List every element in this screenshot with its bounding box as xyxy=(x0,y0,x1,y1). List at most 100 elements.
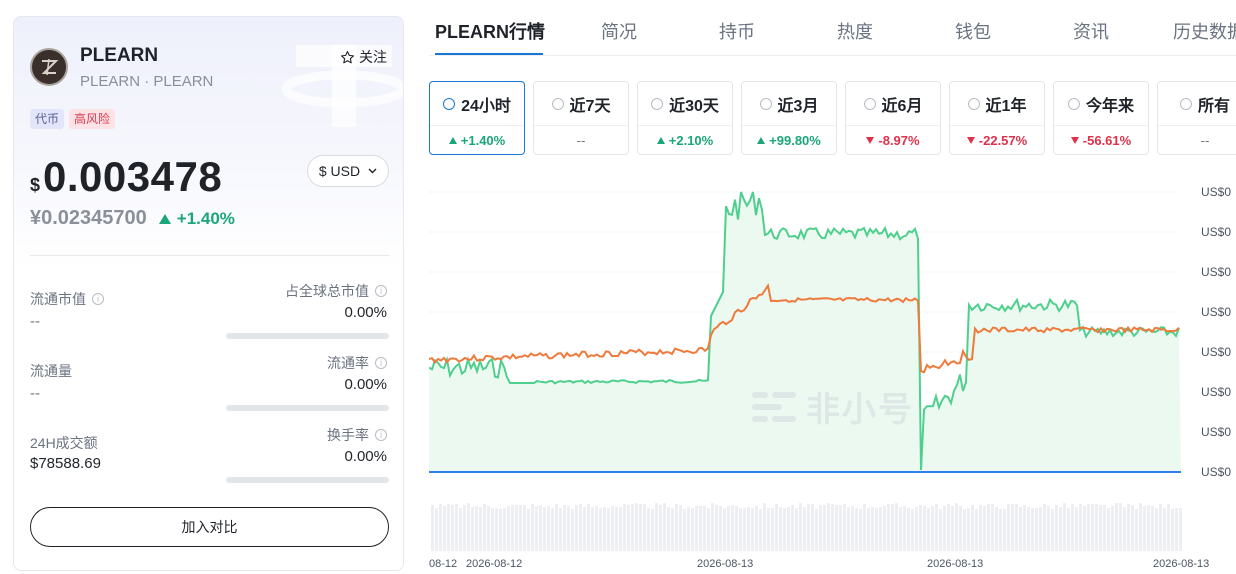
volume-bar xyxy=(435,508,438,551)
period-option-head: 近1年 xyxy=(950,82,1044,126)
circulation-rate-label: 流通率 i xyxy=(327,353,387,373)
period-option-head: 所有 xyxy=(1158,82,1236,126)
volume-bar xyxy=(707,508,710,551)
volume-bar xyxy=(715,505,718,551)
radio-icon[interactable] xyxy=(1179,97,1192,110)
volume-bar xyxy=(543,507,546,551)
volume-bar xyxy=(1007,504,1010,551)
radio-icon[interactable] xyxy=(759,97,772,110)
volume-bar xyxy=(775,504,778,551)
period-option-3[interactable]: 近3月 +99.80% xyxy=(741,81,837,155)
volume-bar xyxy=(963,509,966,551)
period-option-head: 近6月 xyxy=(846,82,940,126)
triangle-down-icon xyxy=(1070,136,1079,144)
turnover-label: 换手率 i xyxy=(327,425,387,445)
tab-news[interactable]: 资讯 xyxy=(1073,18,1109,44)
volume-bar xyxy=(539,505,542,551)
volume-bar xyxy=(931,506,934,551)
radio-icon[interactable] xyxy=(551,97,564,110)
volume-bar xyxy=(811,504,814,551)
tab-overview[interactable]: 简况 xyxy=(601,18,637,44)
volume-bar xyxy=(827,503,830,551)
tab-heat[interactable]: 热度 xyxy=(837,18,873,44)
volume-bar xyxy=(1047,506,1050,551)
volume-bar xyxy=(959,506,962,551)
volume-bar xyxy=(783,508,786,551)
volume-bar xyxy=(527,509,530,551)
tab-history[interactable]: 历史数据 xyxy=(1173,18,1236,44)
period-option-1[interactable]: 近7天 -- xyxy=(533,81,629,155)
radio-icon[interactable] xyxy=(967,97,980,110)
volume-label: 24H成交额 xyxy=(30,435,98,451)
volume-bar xyxy=(1135,509,1138,551)
volume-bar xyxy=(555,504,558,551)
info-icon[interactable]: i xyxy=(92,293,104,305)
y-axis-label: US$0 xyxy=(1201,425,1232,439)
volume-bar xyxy=(583,507,586,551)
volume-bar xyxy=(887,504,890,551)
volume-bar xyxy=(1067,508,1070,551)
volume-bar xyxy=(1095,504,1098,551)
circulation-rate-value: 0.00% xyxy=(344,376,387,393)
radio-icon[interactable] xyxy=(1067,97,1080,110)
add-compare-button[interactable]: 加入对比 xyxy=(30,507,389,547)
x-axis-label: 2026-08-13 xyxy=(927,558,984,570)
volume-bar xyxy=(787,507,790,551)
period-option-5[interactable]: 近1年 -22.57% xyxy=(949,81,1045,155)
radio-icon[interactable] xyxy=(651,97,664,110)
change-24h-value: +1.40% xyxy=(176,208,235,228)
y-axis-label: US$0 xyxy=(1201,185,1232,199)
volume-bar xyxy=(607,508,610,551)
volume-bar xyxy=(1159,504,1162,551)
period-option-change-value: -- xyxy=(1200,132,1210,148)
period-option-4[interactable]: 近6月 -8.97% xyxy=(845,81,941,155)
tab-market[interactable]: PLEARN行情 xyxy=(435,18,545,44)
volume-bar xyxy=(735,506,738,551)
volume-bar xyxy=(807,504,810,551)
radio-icon[interactable] xyxy=(443,97,456,110)
currency-select[interactable]: $ USD xyxy=(307,155,389,187)
volume-bar xyxy=(691,508,694,551)
radio-icon[interactable] xyxy=(863,97,876,110)
tab-holders[interactable]: 持币 xyxy=(719,18,755,44)
volume-bar xyxy=(1091,504,1094,551)
volume-bar xyxy=(915,507,918,551)
volume-bar xyxy=(943,506,946,551)
supply-label: 流通量 xyxy=(30,363,72,379)
info-icon[interactable]: i xyxy=(375,429,387,441)
turnover-label-text: 换手率 xyxy=(327,427,369,443)
volume-bar xyxy=(1059,507,1062,551)
volume-bar xyxy=(967,508,970,551)
info-icon[interactable]: i xyxy=(375,357,387,369)
triangle-down-icon xyxy=(866,136,875,144)
x-axis-label: 2026-08-13 xyxy=(1153,558,1210,570)
tab-wallet[interactable]: 钱包 xyxy=(955,18,991,44)
x-axis-label: 2026-08-13 xyxy=(697,558,754,570)
volume-bar xyxy=(1031,508,1034,551)
period-option-head: 近30天 xyxy=(638,82,732,126)
volume-bar xyxy=(439,504,442,551)
period-option-change: -22.57% xyxy=(950,126,1044,154)
period-option-0[interactable]: 24小时 +1.40% xyxy=(429,81,525,155)
volume-bar xyxy=(879,507,882,551)
volume-bar xyxy=(1131,505,1134,551)
follow-button[interactable]: 关注 xyxy=(340,47,387,67)
period-option-7[interactable]: 所有 -- xyxy=(1157,81,1236,155)
volume-bar xyxy=(1147,505,1150,551)
volume-bar xyxy=(1055,505,1058,551)
price-chart[interactable]: 非小号 US$0 US$0 US$0 US$0 US$0 US$0 US$0 US$0 08-… xyxy=(428,170,1236,574)
period-option-change-value: -- xyxy=(576,132,586,148)
volume-bar xyxy=(1175,508,1178,551)
volume-bar xyxy=(883,506,886,551)
volume-bar xyxy=(667,507,670,551)
volume-bar xyxy=(823,505,826,551)
info-icon[interactable]: i xyxy=(375,285,387,297)
period-option-change-value: +99.80% xyxy=(769,132,821,148)
volume-bar xyxy=(979,505,982,551)
period-option-6[interactable]: 今年来 -56.61% xyxy=(1053,81,1149,155)
volume-bar xyxy=(835,505,838,551)
period-option-2[interactable]: 近30天 +2.10% xyxy=(637,81,733,155)
x-axis-label: 2026-08-12 xyxy=(466,558,523,570)
volume-bar xyxy=(759,509,762,551)
period-option-head: 近7天 xyxy=(534,82,628,126)
